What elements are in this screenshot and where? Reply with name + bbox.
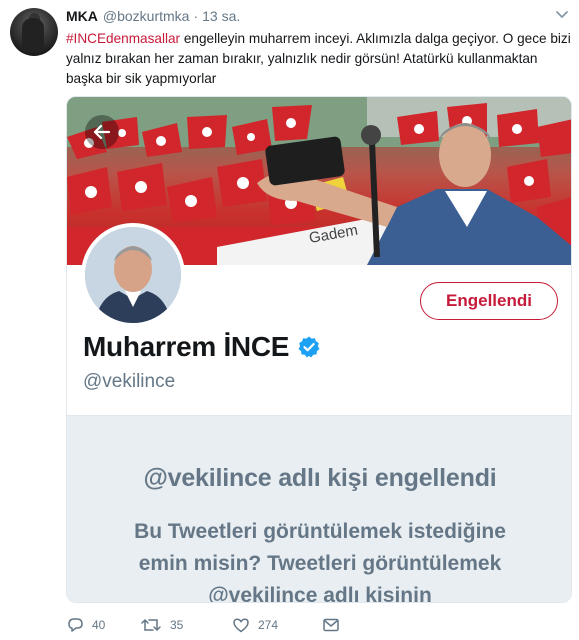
retweet-count: 35: [170, 618, 184, 632]
tweet-header: MKA @bozkurtmka · 13 sa.: [66, 8, 240, 26]
like-count: 274: [258, 618, 279, 632]
tweet-text: #INCEdenmasallar engelleyin muharrem inc…: [66, 29, 571, 89]
message-button[interactable]: [322, 617, 340, 633]
tweet-time[interactable]: 13 sa.: [202, 8, 240, 24]
back-button[interactable]: [85, 115, 119, 149]
verified-badge-icon: [298, 336, 320, 358]
retweet-icon: [141, 619, 161, 631]
like-button[interactable]: 274: [232, 617, 322, 633]
reply-icon: [68, 618, 83, 632]
profile-handle[interactable]: @vekilince: [83, 371, 175, 393]
profile-name-row: Muharrem İNCE: [83, 331, 321, 363]
user-handle[interactable]: @bozkurtmka: [103, 8, 190, 24]
embedded-profile-card[interactable]: Gadem Engellendi Muharrem İNCE @vekilinc…: [66, 96, 572, 603]
hashtag-link[interactable]: #INCEdenmasallar: [66, 31, 180, 46]
tweet: MKA @bozkurtmka · 13 sa. #INCEdenmasalla…: [0, 0, 579, 640]
tweet-actions: 40 35 274: [66, 614, 340, 636]
chevron-down-icon[interactable]: [555, 10, 569, 20]
blocked-notice: @vekilince adlı kişi engellendi Bu Tweet…: [67, 415, 571, 603]
reply-count: 40: [92, 618, 106, 632]
blocked-button[interactable]: Engellendi: [420, 282, 558, 320]
display-name[interactable]: MKA: [66, 8, 98, 24]
blocked-body: Bu Tweetleri görüntülemek istediğine emi…: [134, 520, 506, 603]
retweet-button[interactable]: 35: [140, 617, 232, 633]
profile-avatar[interactable]: [81, 223, 185, 327]
separator: ·: [193, 8, 199, 24]
profile-name[interactable]: Muharrem İNCE: [83, 331, 289, 363]
back-arrow-icon: [93, 124, 111, 140]
message-icon: [323, 618, 339, 632]
reply-button[interactable]: 40: [66, 617, 140, 633]
blocked-title: @vekilince adlı kişi engellendi: [143, 464, 497, 492]
like-icon: [233, 618, 249, 633]
user-avatar[interactable]: [10, 8, 58, 56]
